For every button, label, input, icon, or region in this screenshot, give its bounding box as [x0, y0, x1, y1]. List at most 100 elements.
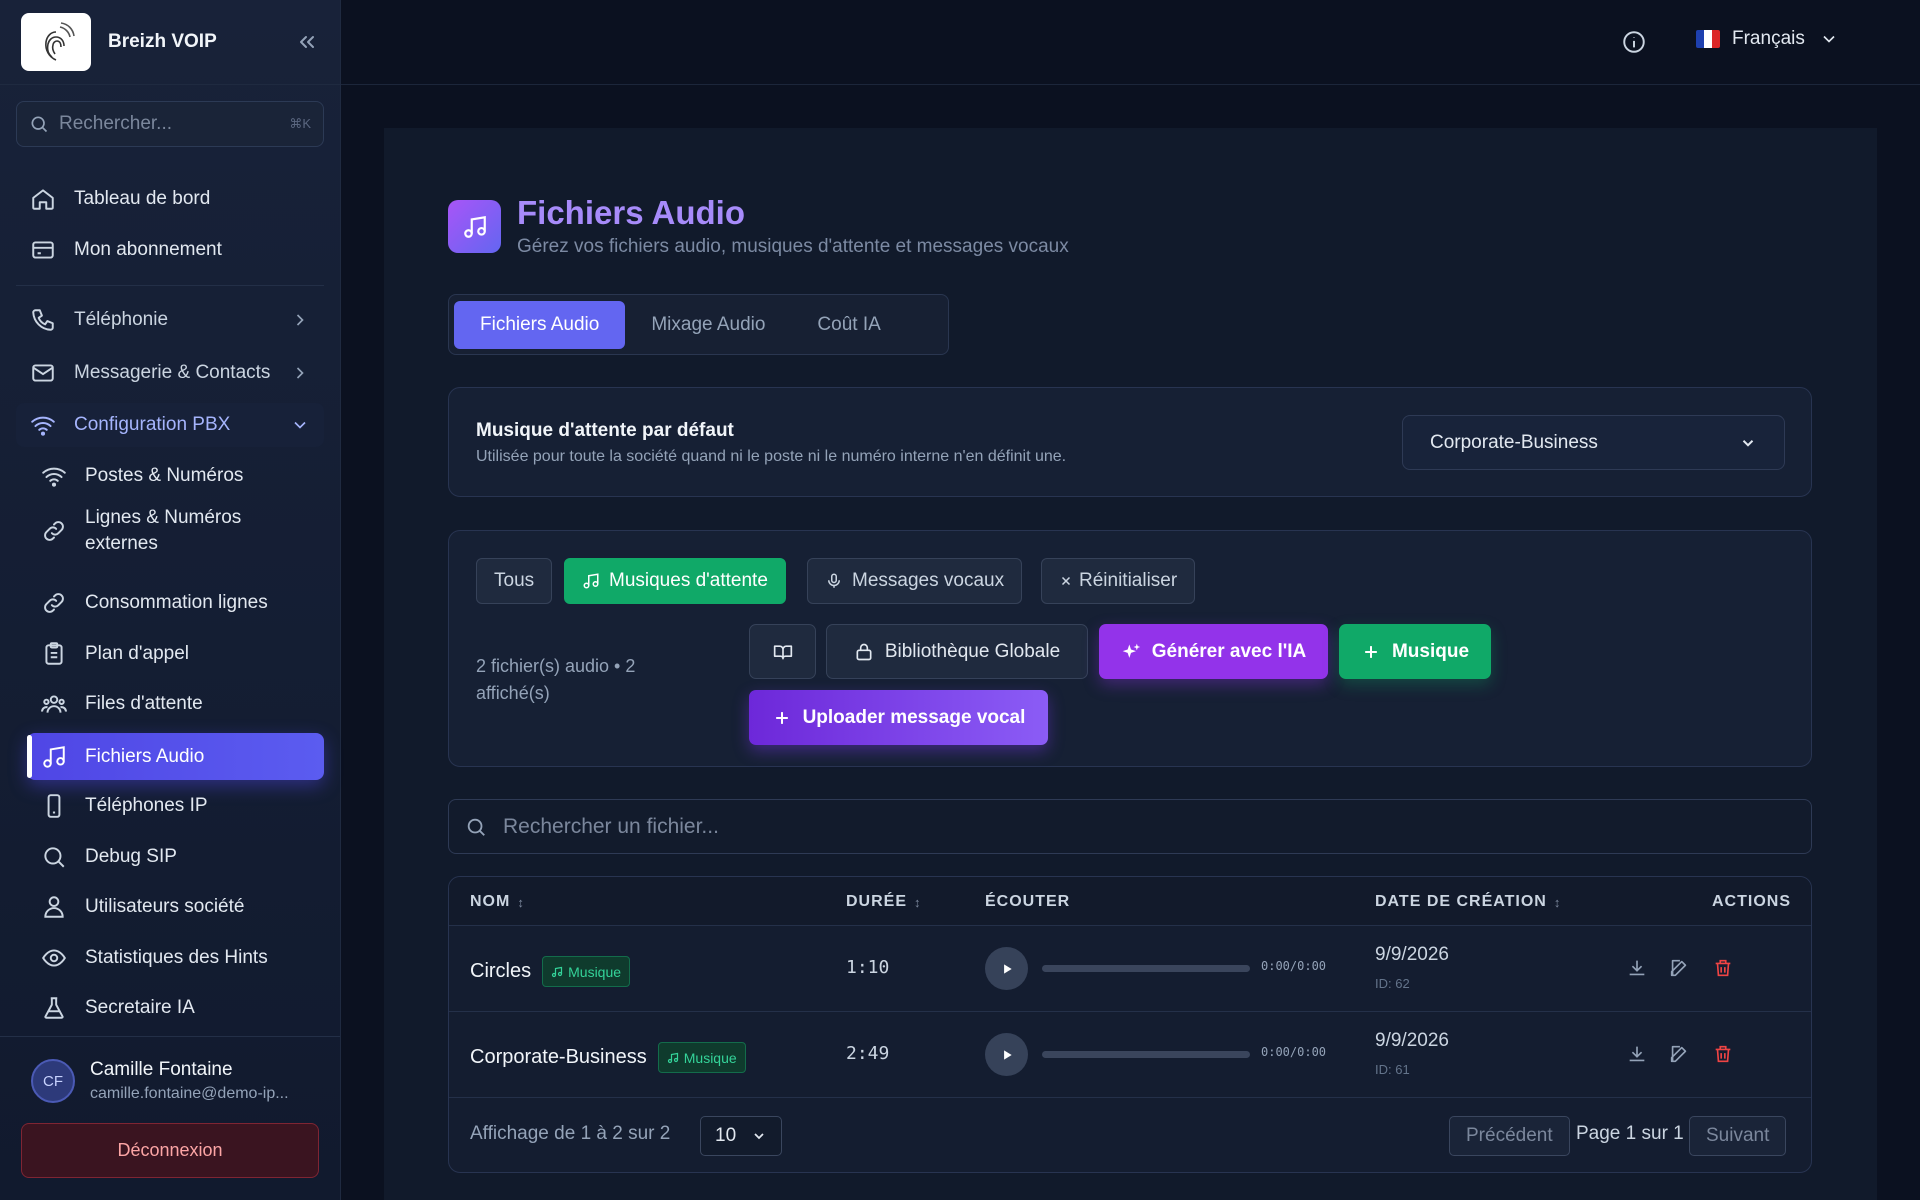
topbar: Français [341, 0, 1920, 85]
file-search-input[interactable]: Rechercher un fichier... [448, 799, 1812, 854]
download-icon[interactable] [1626, 1043, 1648, 1065]
trash-icon[interactable] [1712, 1043, 1734, 1065]
type-badge: Musique [657, 1042, 746, 1073]
eye-icon [41, 945, 67, 971]
users-icon [41, 691, 67, 717]
sidebar-item-extensions[interactable]: Postes & Numéros [27, 454, 324, 498]
sidebar-item-hints-stats[interactable]: Statistiques des Hints [27, 936, 324, 980]
hold-music-select[interactable]: Corporate-Business [1402, 415, 1785, 470]
home-icon [30, 186, 56, 212]
file-id: ID: 61 [1375, 1062, 1410, 1077]
sidebar-item-line-usage[interactable]: Consommation lignes [27, 581, 324, 625]
user-profile[interactable]: CF Camille Fontaine camille.fontaine@dem… [0, 1036, 340, 1103]
smartphone-icon [41, 793, 67, 819]
sidebar-item-ai-secretary[interactable]: Secretaire IA [27, 986, 324, 1030]
chevron-right-icon [290, 310, 310, 330]
sidebar-item-subscription[interactable]: Mon abonnement [16, 228, 324, 272]
add-music-button[interactable]: Musique [1339, 624, 1491, 679]
tab-ai-cost[interactable]: Coût IA [791, 301, 906, 349]
link-icon [41, 518, 67, 544]
sidebar-search[interactable]: Rechercher... ⌘K [16, 101, 324, 147]
sort-icon: ↕ [914, 894, 922, 910]
table-row: Corporate-Business Musique 2:49 0:00/0:0… [449, 1012, 1811, 1098]
chevron-down-icon [1739, 434, 1757, 452]
column-duration-header[interactable]: DURÉE ↕ [846, 893, 922, 911]
music-icon [582, 572, 600, 590]
logout-button[interactable]: Déconnexion [21, 1123, 319, 1178]
sidebar-item-label: Mon abonnement [74, 239, 222, 260]
filter-hold-music-button[interactable]: Musiques d'attente [564, 558, 786, 604]
button-label: Musique [1391, 640, 1470, 662]
sidebar-item-ip-phones[interactable]: Téléphones IP [27, 784, 324, 828]
filter-voice-messages-button[interactable]: Messages vocaux [807, 558, 1023, 604]
sidebar-item-label: Consommation lignes [85, 592, 268, 613]
language-selector[interactable]: Français [1696, 28, 1839, 50]
page-subtitle: Gérez vos fichiers audio, musiques d'att… [517, 236, 1069, 257]
lock-icon [854, 642, 874, 662]
previous-page-button[interactable]: Précédent [1449, 1116, 1570, 1156]
table-header: NOM ↕ DURÉE ↕ ÉCOUTER DATE DE CRÉATION ↕ AC… [449, 877, 1811, 926]
audio-progress-track[interactable] [1042, 1051, 1250, 1058]
hold-music-title: Musique d'attente par défaut [476, 420, 734, 441]
sidebar-item-telephony[interactable]: Téléphonie [16, 298, 324, 342]
sidebar-item-debug-sip[interactable]: Debug SIP [27, 835, 324, 879]
per-page-select[interactable]: 10 [700, 1116, 782, 1156]
music-icon [551, 966, 563, 978]
tab-bar: Fichiers Audio Mixage Audio Coût IA [448, 294, 949, 355]
file-duration: 1:10 [846, 957, 890, 978]
sidebar-item-pbx-config[interactable]: Configuration PBX [16, 403, 324, 447]
audio-progress-track[interactable] [1042, 965, 1250, 972]
sidebar-item-audio-files[interactable]: Fichiers Audio [27, 733, 324, 780]
collapse-sidebar-icon[interactable] [295, 30, 319, 54]
type-badge: Musique [542, 956, 631, 987]
trash-icon[interactable] [1712, 957, 1734, 979]
column-actions-header: ACTIONS [1712, 893, 1791, 910]
generate-ai-button[interactable]: Générer avec l'IA [1099, 624, 1328, 679]
upload-voice-message-button[interactable]: Uploader message vocal [749, 690, 1048, 745]
default-hold-music-card: Musique d'attente par défaut Utilisée po… [448, 387, 1812, 497]
file-search-placeholder: Rechercher un fichier... [503, 814, 719, 838]
sidebar-item-label: Configuration PBX [74, 414, 231, 435]
column-date-header[interactable]: DATE DE CRÉATION ↕ [1375, 893, 1561, 911]
microphone-icon [825, 572, 843, 590]
chevron-down-icon [1819, 29, 1839, 49]
link-icon [41, 590, 67, 616]
sidebar-item-external-lines[interactable]: Lignes & Numéros externes [27, 505, 324, 557]
open-book-button[interactable] [749, 624, 816, 679]
play-button[interactable] [985, 1033, 1028, 1076]
pagination-summary: Affichage de 1 à 2 sur 2 [470, 1123, 671, 1144]
file-date: 9/9/2026 [1375, 1030, 1449, 1051]
download-icon[interactable] [1626, 957, 1648, 979]
next-page-button[interactable]: Suivant [1689, 1116, 1787, 1156]
sidebar-item-label: Lignes & Numéros externes [85, 507, 242, 554]
play-button[interactable] [985, 947, 1028, 990]
sidebar-item-label: Secretaire IA [85, 997, 195, 1018]
button-label: Générer avec l'IA [1151, 640, 1307, 662]
global-library-button[interactable]: Bibliothèque Globale [826, 624, 1088, 679]
sidebar-item-company-users[interactable]: Utilisateurs société [27, 885, 324, 929]
sidebar-item-label: Utilisateurs société [85, 896, 245, 917]
filter-all-button[interactable]: Tous [476, 558, 553, 604]
sidebar-item-messaging[interactable]: Messagerie & Contacts [16, 351, 324, 395]
info-icon[interactable] [1621, 29, 1647, 55]
page-indicator: Page 1 sur 1 [1576, 1123, 1684, 1144]
edit-icon[interactable] [1668, 957, 1690, 979]
sidebar-item-queues[interactable]: Files d'attente [27, 682, 324, 726]
sidebar-search-placeholder: Rechercher... [59, 113, 172, 134]
brand-header: Breizh VOIP [0, 0, 340, 85]
sidebar: Breizh VOIP Rechercher... ⌘K Tableau de … [0, 0, 341, 1200]
sidebar-item-dial-plan[interactable]: Plan d'appel [27, 632, 324, 676]
sidebar-item-dashboard[interactable]: Tableau de bord [16, 177, 324, 221]
sidebar-item-label: Debug SIP [85, 846, 177, 867]
app-logo[interactable] [21, 13, 91, 71]
chevron-right-icon [290, 363, 310, 383]
tab-audio-files[interactable]: Fichiers Audio [454, 300, 626, 349]
search-icon [41, 844, 67, 870]
edit-icon[interactable] [1668, 1043, 1690, 1065]
user-email: camille.fontaine@demo-ip... [90, 1085, 289, 1102]
tab-audio-mixing[interactable]: Mixage Audio [625, 301, 791, 349]
file-duration: 2:49 [846, 1043, 890, 1064]
main-panel: Fichiers Audio Gérez vos fichiers audio,… [384, 128, 1877, 1200]
reset-filters-button[interactable]: Réinitialiser [1041, 558, 1196, 604]
column-name-header[interactable]: NOM ↕ [470, 893, 525, 911]
